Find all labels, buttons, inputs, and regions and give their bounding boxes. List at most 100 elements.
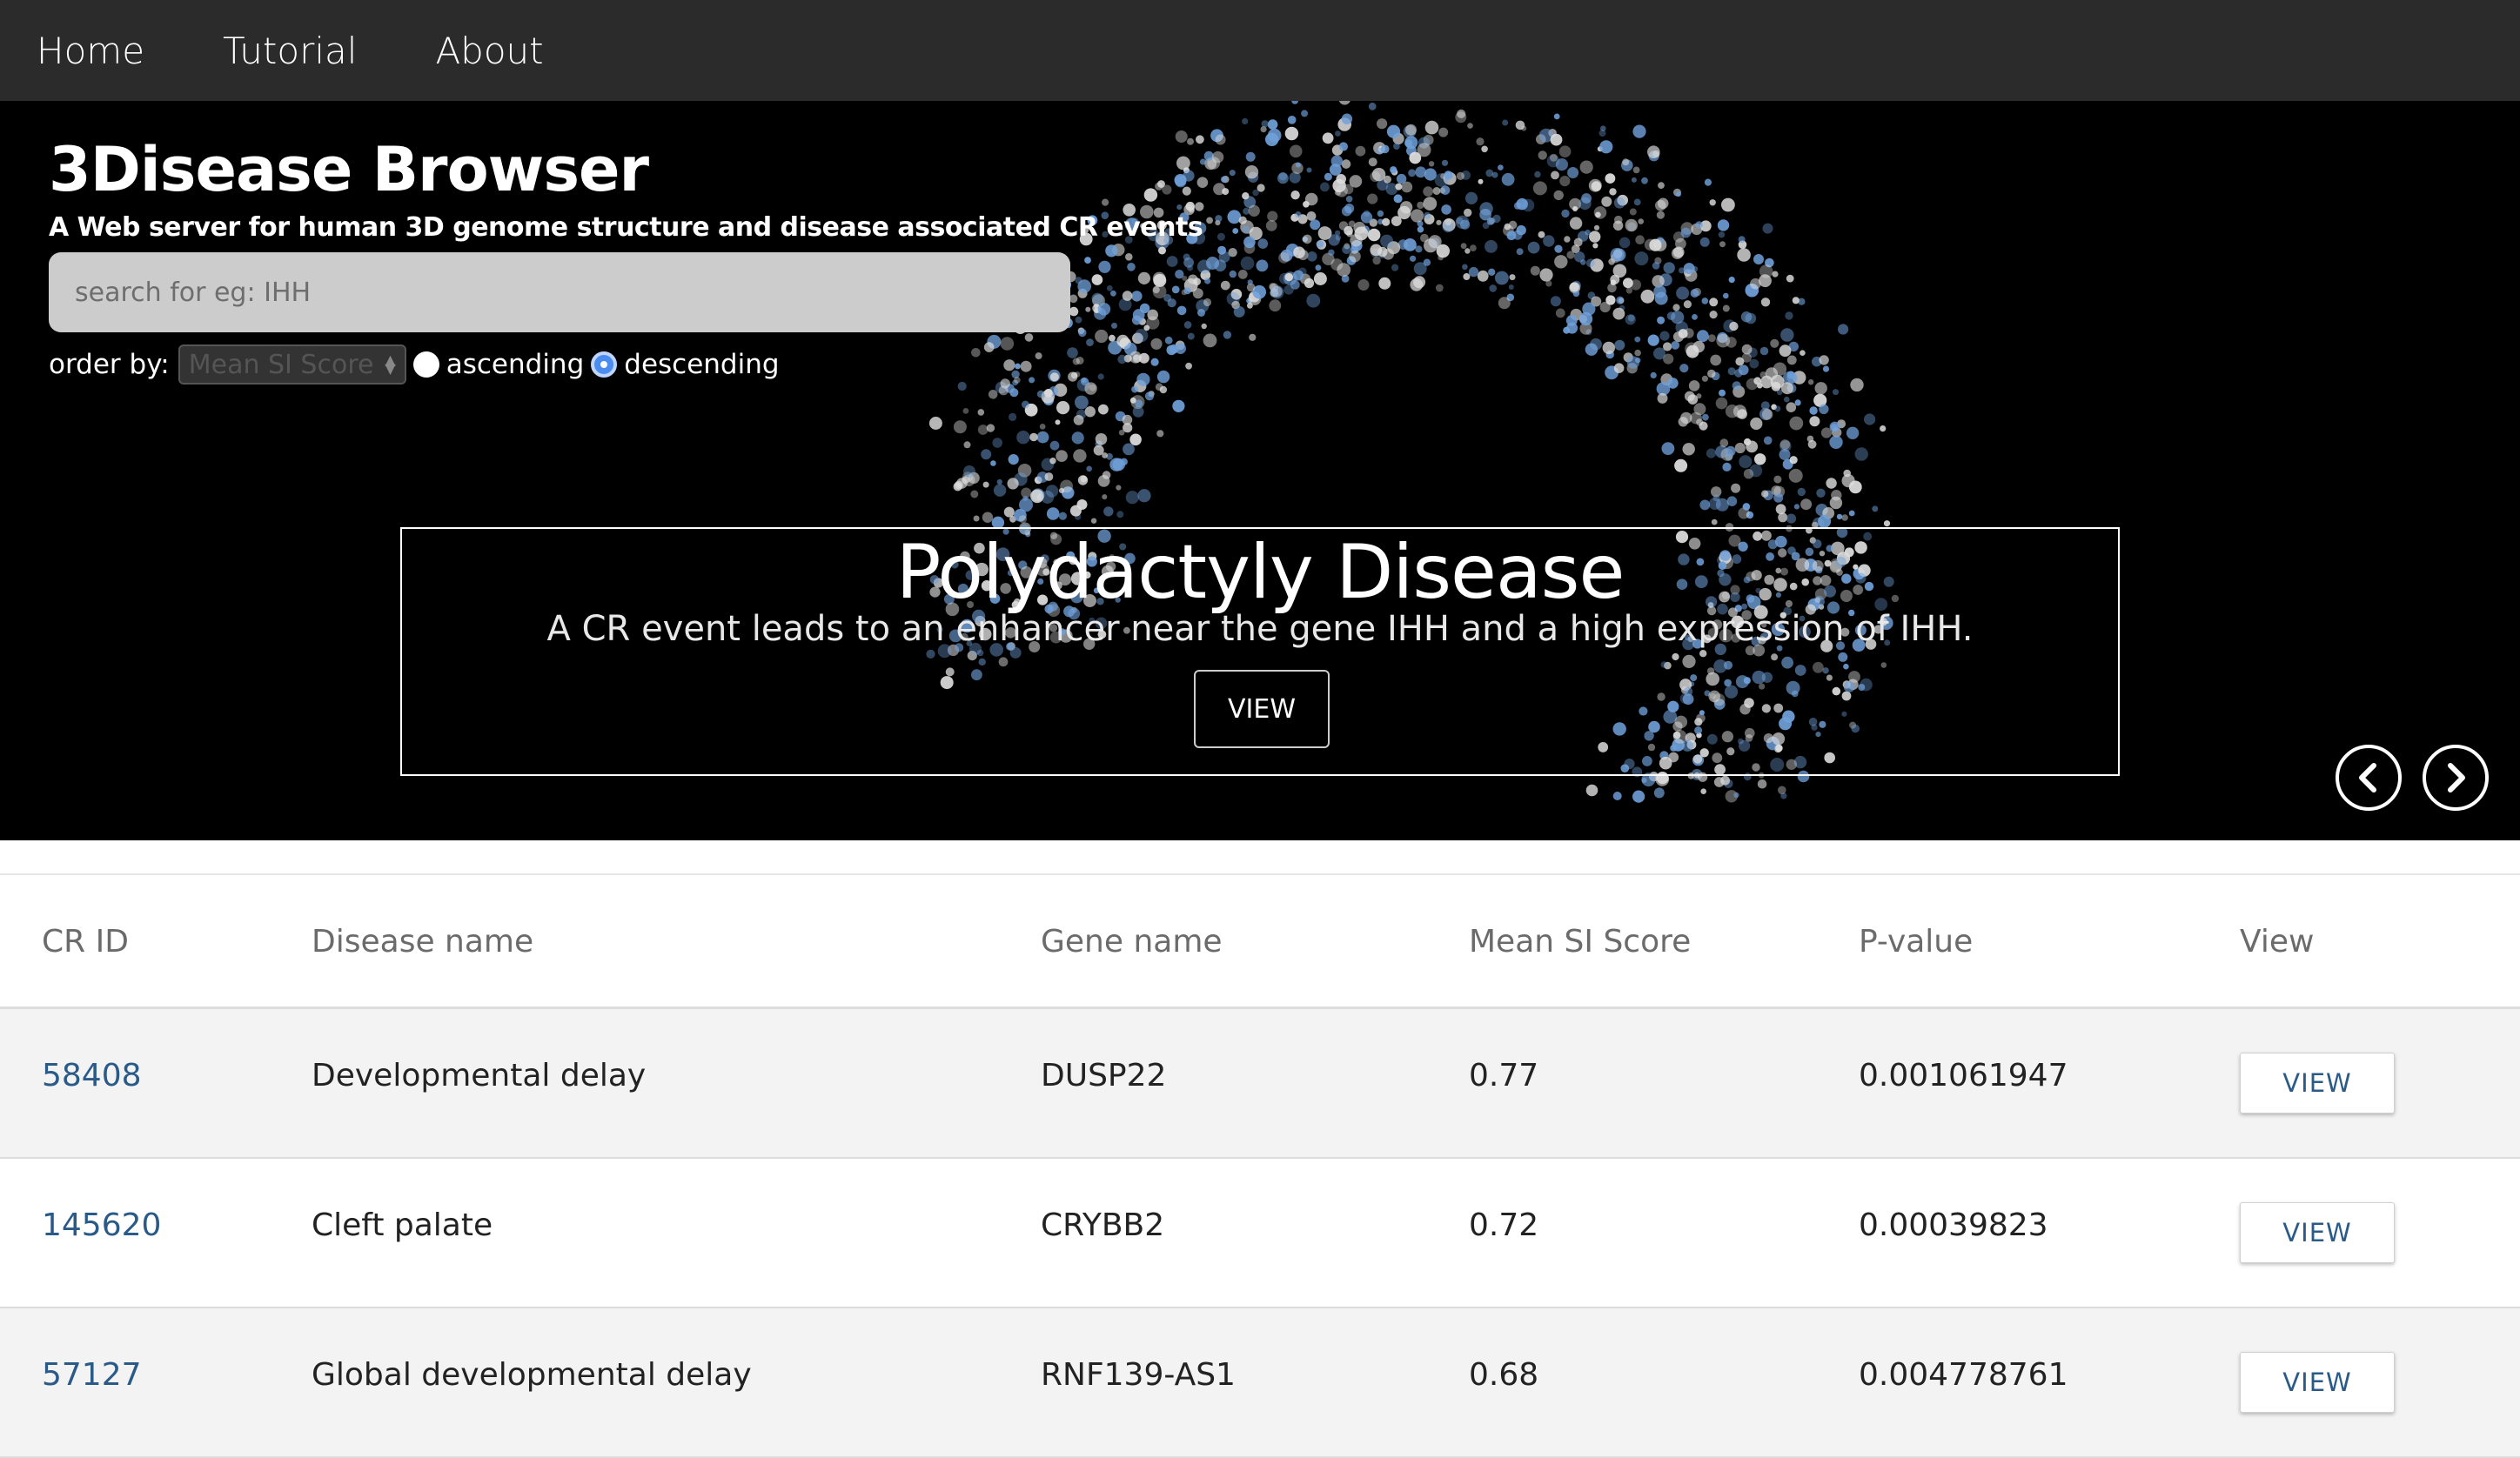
particle bbox=[1774, 405, 1781, 412]
particle bbox=[1310, 219, 1321, 231]
particle bbox=[1723, 292, 1729, 299]
particle bbox=[1438, 187, 1446, 194]
particle bbox=[1213, 183, 1226, 196]
particle bbox=[1444, 218, 1452, 226]
header-cr-id[interactable]: CR ID bbox=[42, 924, 129, 960]
particle bbox=[1291, 101, 1298, 104]
particle bbox=[1196, 177, 1209, 188]
particle bbox=[1476, 137, 1485, 146]
particle bbox=[1678, 329, 1688, 338]
particle bbox=[1478, 178, 1484, 184]
header-p-value[interactable]: P-value bbox=[1859, 924, 1973, 960]
particle bbox=[1345, 196, 1353, 203]
particle bbox=[1786, 274, 1794, 283]
row-view-button[interactable]: VIEW bbox=[2240, 1202, 2395, 1263]
carousel-next-button[interactable] bbox=[2423, 745, 2489, 811]
particle bbox=[1485, 240, 1498, 253]
particle bbox=[1786, 513, 1797, 524]
particle bbox=[1084, 406, 1096, 418]
particle bbox=[1337, 263, 1351, 277]
nav-home[interactable]: Home bbox=[37, 30, 144, 72]
particle bbox=[1000, 337, 1015, 351]
nav-tutorial[interactable]: Tutorial bbox=[223, 30, 357, 72]
particle bbox=[1614, 339, 1625, 351]
particle bbox=[1069, 306, 1079, 317]
particle bbox=[1150, 358, 1159, 366]
particle bbox=[1084, 257, 1091, 264]
particle bbox=[1056, 450, 1068, 462]
carousel-caption: Polydactyly Disease A CR event leads to … bbox=[400, 527, 2120, 776]
particle bbox=[1554, 255, 1568, 269]
p-value-cell: 0.00039823 bbox=[1859, 1207, 2048, 1243]
particle bbox=[1074, 371, 1081, 378]
particle bbox=[1742, 503, 1751, 511]
particle bbox=[1563, 326, 1571, 334]
particle bbox=[1613, 197, 1625, 209]
particle bbox=[1024, 333, 1034, 342]
particle bbox=[1773, 475, 1782, 484]
particle bbox=[1344, 204, 1355, 214]
particle bbox=[1593, 206, 1607, 219]
particle bbox=[1700, 788, 1706, 794]
cr-id-link[interactable]: 145620 bbox=[42, 1207, 161, 1243]
particle bbox=[1800, 350, 1806, 357]
row-view-button[interactable]: VIEW bbox=[2240, 1352, 2395, 1413]
particle bbox=[1256, 259, 1269, 272]
descending-radio[interactable] bbox=[591, 351, 618, 378]
header-mean-si-score[interactable]: Mean SI Score bbox=[1469, 924, 1691, 960]
particle bbox=[1718, 231, 1726, 238]
particle bbox=[1836, 513, 1843, 520]
particle bbox=[1741, 344, 1753, 355]
ascending-radio[interactable] bbox=[412, 351, 439, 378]
particle bbox=[1656, 211, 1665, 219]
particle bbox=[1789, 456, 1798, 465]
particle bbox=[1464, 248, 1471, 254]
particle bbox=[1732, 381, 1741, 391]
order-by-select[interactable]: Mean SI Score ▲ ▼ bbox=[178, 344, 406, 385]
nav-about[interactable]: About bbox=[435, 30, 543, 72]
particle bbox=[1044, 472, 1054, 481]
particle bbox=[1579, 160, 1593, 174]
particle bbox=[1653, 787, 1665, 799]
particle bbox=[970, 490, 979, 498]
particle bbox=[1721, 197, 1735, 212]
cr-id-link[interactable]: 57127 bbox=[42, 1357, 142, 1393]
particle bbox=[1328, 249, 1335, 256]
particle bbox=[1102, 198, 1109, 206]
search-input[interactable] bbox=[49, 252, 1070, 332]
particle bbox=[1504, 223, 1511, 231]
particle bbox=[1284, 272, 1294, 282]
particle bbox=[1153, 273, 1167, 287]
particle bbox=[1659, 331, 1670, 341]
particle bbox=[1779, 439, 1791, 450]
particle bbox=[963, 441, 971, 449]
header-gene-name[interactable]: Gene name bbox=[1041, 924, 1223, 960]
particle bbox=[1035, 352, 1042, 360]
particle bbox=[1424, 211, 1431, 219]
header-disease-name[interactable]: Disease name bbox=[312, 924, 533, 960]
carousel-prev-button[interactable] bbox=[2336, 745, 2402, 811]
particle bbox=[1712, 494, 1720, 502]
particle bbox=[1423, 186, 1433, 197]
particle bbox=[1667, 378, 1679, 389]
particle bbox=[973, 515, 980, 522]
particle bbox=[1137, 271, 1150, 284]
particle bbox=[1265, 220, 1277, 231]
particle bbox=[1761, 490, 1769, 498]
particle bbox=[1036, 390, 1045, 398]
particle bbox=[992, 438, 1002, 448]
particle bbox=[1015, 363, 1021, 370]
particle bbox=[1550, 133, 1563, 146]
particle bbox=[1872, 505, 1879, 512]
particle bbox=[1159, 385, 1168, 394]
carousel-view-button[interactable]: VIEW bbox=[1194, 670, 1330, 748]
particle bbox=[1653, 347, 1665, 360]
particle bbox=[1334, 189, 1342, 196]
cr-id-link[interactable]: 58408 bbox=[42, 1058, 142, 1094]
particle bbox=[1106, 284, 1113, 291]
particle bbox=[1701, 375, 1708, 382]
table-row: 58408 Developmental delay DUSP22 0.77 0.… bbox=[0, 1009, 2520, 1159]
particle bbox=[1632, 790, 1645, 803]
row-view-button[interactable]: VIEW bbox=[2240, 1053, 2395, 1114]
particle bbox=[1780, 793, 1787, 799]
